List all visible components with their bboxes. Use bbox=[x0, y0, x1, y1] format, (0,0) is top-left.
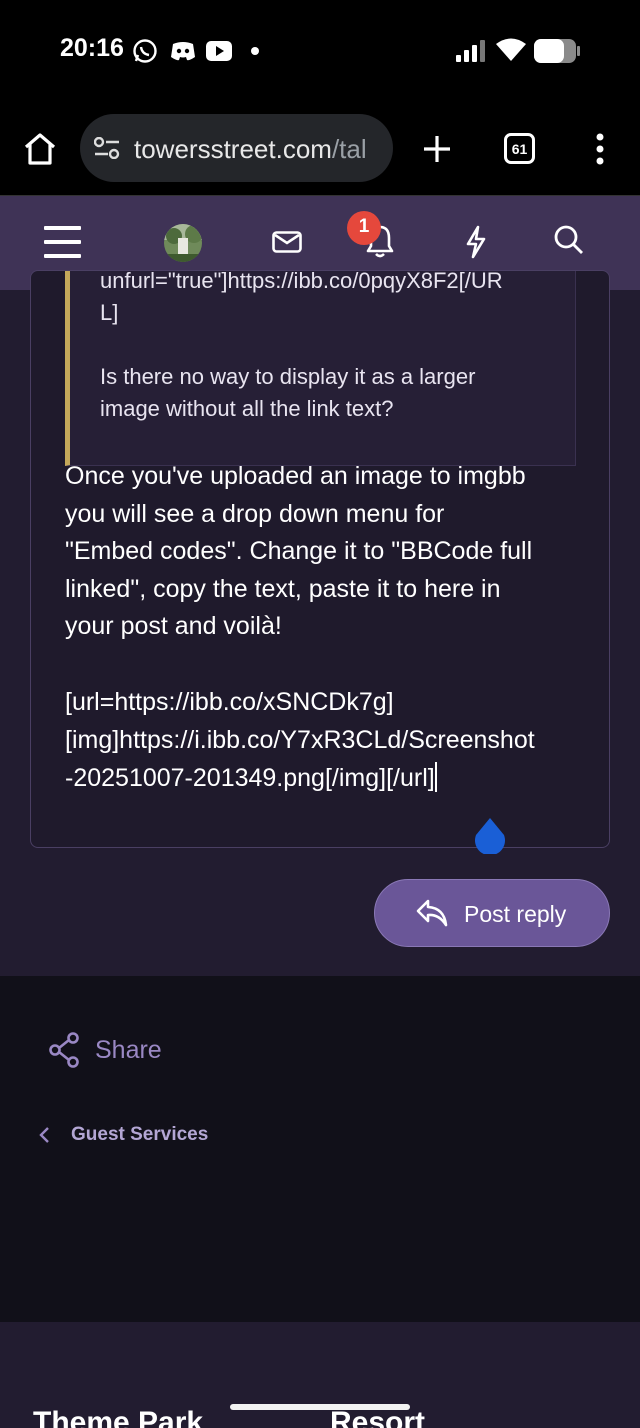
menu-icon[interactable] bbox=[44, 226, 81, 258]
body-line: "Embed codes". Change it to "BBCode full bbox=[65, 537, 533, 565]
code-line: -20251007-201349.png[/img][/url] bbox=[65, 764, 435, 792]
whatsapp-icon bbox=[133, 39, 157, 63]
status-bar: 20:16 bbox=[0, 0, 640, 100]
body-line: linked", copy the text, paste it to here… bbox=[65, 574, 501, 603]
reply-editor[interactable]: unfurl="true"]https://ibb.co/0pqyX8F2[/U… bbox=[30, 270, 610, 848]
lightning-icon[interactable] bbox=[464, 225, 488, 259]
more-menu-icon[interactable] bbox=[594, 133, 606, 165]
clock: 20:16 bbox=[60, 34, 124, 62]
breadcrumb-back[interactable]: Guest Services bbox=[36, 1120, 296, 1150]
avatar[interactable] bbox=[164, 224, 202, 262]
notification-badge: 1 bbox=[347, 211, 381, 245]
code-line: [url=https://ibb.co/xSNCDk7g] bbox=[65, 688, 394, 716]
home-icon[interactable] bbox=[22, 132, 58, 166]
quote-line: Is there no way to display it as a large… bbox=[100, 364, 476, 389]
reply-icon bbox=[416, 899, 448, 927]
text-caret bbox=[434, 762, 437, 792]
share-icon bbox=[49, 1032, 79, 1068]
gesture-bar[interactable] bbox=[230, 1404, 410, 1410]
reply-body: Once you've uploaded an image to imgbb y… bbox=[65, 458, 585, 646]
selection-handle[interactable] bbox=[473, 818, 507, 854]
url-host: towersstreet.com bbox=[134, 134, 332, 164]
body-line: Once you've uploaded an image to imgbb bbox=[65, 462, 526, 490]
dot-icon bbox=[251, 47, 259, 55]
signal-icon bbox=[456, 40, 485, 62]
body-line: you will see a drop down menu for bbox=[65, 499, 445, 528]
url-path: /tal bbox=[331, 134, 367, 164]
new-tab-icon[interactable] bbox=[422, 134, 452, 164]
post-reply-button[interactable]: Post reply bbox=[374, 879, 610, 947]
chevron-left-icon bbox=[39, 1127, 49, 1143]
address-bar[interactable]: towersstreet.com/tal bbox=[80, 114, 393, 182]
site-settings-icon[interactable] bbox=[94, 137, 120, 159]
youtube-icon bbox=[206, 41, 232, 61]
quote-line: unfurl="true"]https://ibb.co/0pqyX8F2[/U… bbox=[100, 271, 503, 293]
share-button[interactable]: Share bbox=[46, 1030, 246, 1070]
wifi-icon bbox=[496, 38, 526, 61]
tab-switcher-button[interactable]: 61 bbox=[504, 133, 535, 164]
battery-icon bbox=[534, 39, 580, 63]
quote-line: L] bbox=[100, 300, 119, 325]
browser-toolbar: towersstreet.com/tal 61 bbox=[0, 100, 640, 196]
reply-area: unfurl="true"]https://ibb.co/0pqyX8F2[/U… bbox=[0, 270, 640, 976]
body-line: your post and voilà! bbox=[65, 612, 282, 640]
code-line: [img]https://i.ibb.co/Y7xR3CLd/Screensho… bbox=[65, 726, 535, 754]
tab-count: 61 bbox=[511, 141, 528, 157]
mail-icon[interactable] bbox=[272, 231, 302, 253]
post-reply-label: Post reply bbox=[464, 901, 567, 927]
site-footer: Theme Park Resort bbox=[0, 1322, 640, 1428]
quote-line: image without all the link text? bbox=[100, 396, 394, 421]
quote-block: unfurl="true"]https://ibb.co/0pqyX8F2[/U… bbox=[65, 271, 576, 466]
notification-count: 1 bbox=[358, 216, 370, 237]
footer-heading: Theme Park bbox=[33, 1406, 204, 1428]
bbcode-text: [url=https://ibb.co/xSNCDk7g] [img]https… bbox=[65, 683, 605, 797]
discord-icon bbox=[171, 42, 195, 61]
url-text: towersstreet.com/tal bbox=[134, 134, 367, 165]
breadcrumb-label: Guest Services bbox=[71, 1124, 209, 1145]
share-label: Share bbox=[95, 1036, 162, 1064]
search-icon[interactable] bbox=[554, 225, 584, 255]
code-line-last: -20251007-201349.png[/img][/url] bbox=[65, 759, 605, 797]
